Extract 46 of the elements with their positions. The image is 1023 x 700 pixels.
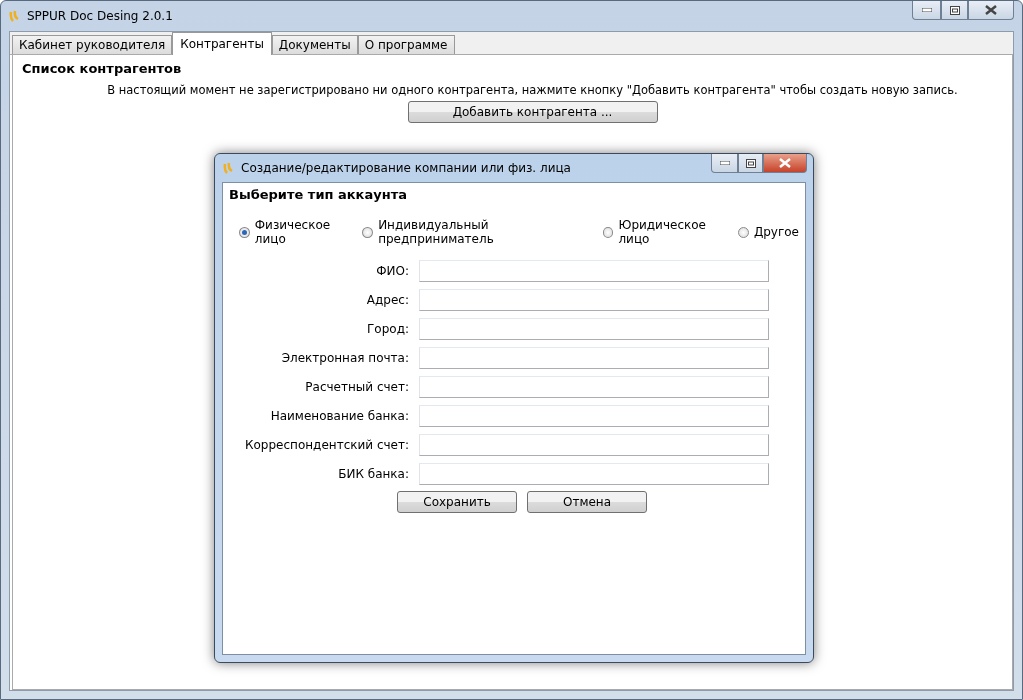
radio-option[interactable]: Индивидуальный предприниматель: [362, 218, 603, 246]
close-icon: [779, 158, 791, 168]
window-title: SPPUR Doc Desing 2.0.1: [27, 9, 173, 23]
field-label: БИК банка:: [337, 467, 409, 481]
close-icon: [985, 5, 997, 15]
close-button[interactable]: [763, 154, 807, 173]
field-label: Расчетный счет:: [304, 380, 409, 394]
dialog-heading: Выберите тип аккаунта: [229, 187, 408, 202]
maximize-button[interactable]: [941, 1, 968, 20]
close-button[interactable]: [968, 1, 1014, 20]
radio-option[interactable]: Физическое лицо: [239, 218, 363, 246]
field-label: ФИО:: [375, 264, 409, 278]
tab[interactable]: Кабинет руководителя: [12, 35, 173, 54]
input-field[interactable]: [419, 289, 769, 311]
minimize-icon: [921, 8, 932, 12]
input-field[interactable]: [419, 347, 769, 369]
input-field[interactable]: [419, 260, 769, 282]
input-field[interactable]: [419, 405, 769, 427]
section-heading: Список контрагентов: [22, 61, 183, 76]
minimize-button[interactable]: [711, 154, 738, 173]
maximize-icon: [949, 5, 960, 15]
minimize-button[interactable]: [912, 1, 941, 20]
maximize-button[interactable]: [738, 154, 763, 173]
radio-option[interactable]: Юридическое лицо: [602, 218, 738, 246]
tab[interactable]: О программе: [357, 35, 455, 54]
empty-message: В настоящий момент не зарегистрировано ни одного контрагента, нажмите кнопку "Добавить контрагента" чтобы создать новую запись.: [106, 83, 959, 97]
input-field[interactable]: [419, 463, 769, 485]
app-logo-icon: [223, 161, 235, 175]
input-field[interactable]: [419, 376, 769, 398]
add-button[interactable]: Добавить контрагента ...: [407, 101, 658, 123]
input-field[interactable]: [419, 434, 769, 456]
tab[interactable]: Контрагенты: [172, 32, 272, 55]
input-field[interactable]: [419, 318, 769, 340]
dialog-title: Создание/редактирование компании или физ. лица: [241, 161, 571, 175]
field-label: Адрес:: [365, 293, 409, 307]
app-logo-icon: [9, 9, 21, 23]
field-label: Наименование банка:: [269, 409, 409, 423]
field-label: Город:: [366, 322, 409, 336]
tab[interactable]: Документы: [271, 35, 358, 54]
field-label: Корреспондентский счет:: [244, 438, 409, 452]
cancel-button[interactable]: Отмена: [527, 491, 647, 513]
maximize-icon: [745, 158, 756, 168]
field-label: Электронная почта:: [280, 351, 409, 365]
radio-option[interactable]: Другое: [737, 218, 799, 246]
minimize-icon: [719, 161, 730, 165]
save-button[interactable]: Сохранить: [397, 491, 517, 513]
